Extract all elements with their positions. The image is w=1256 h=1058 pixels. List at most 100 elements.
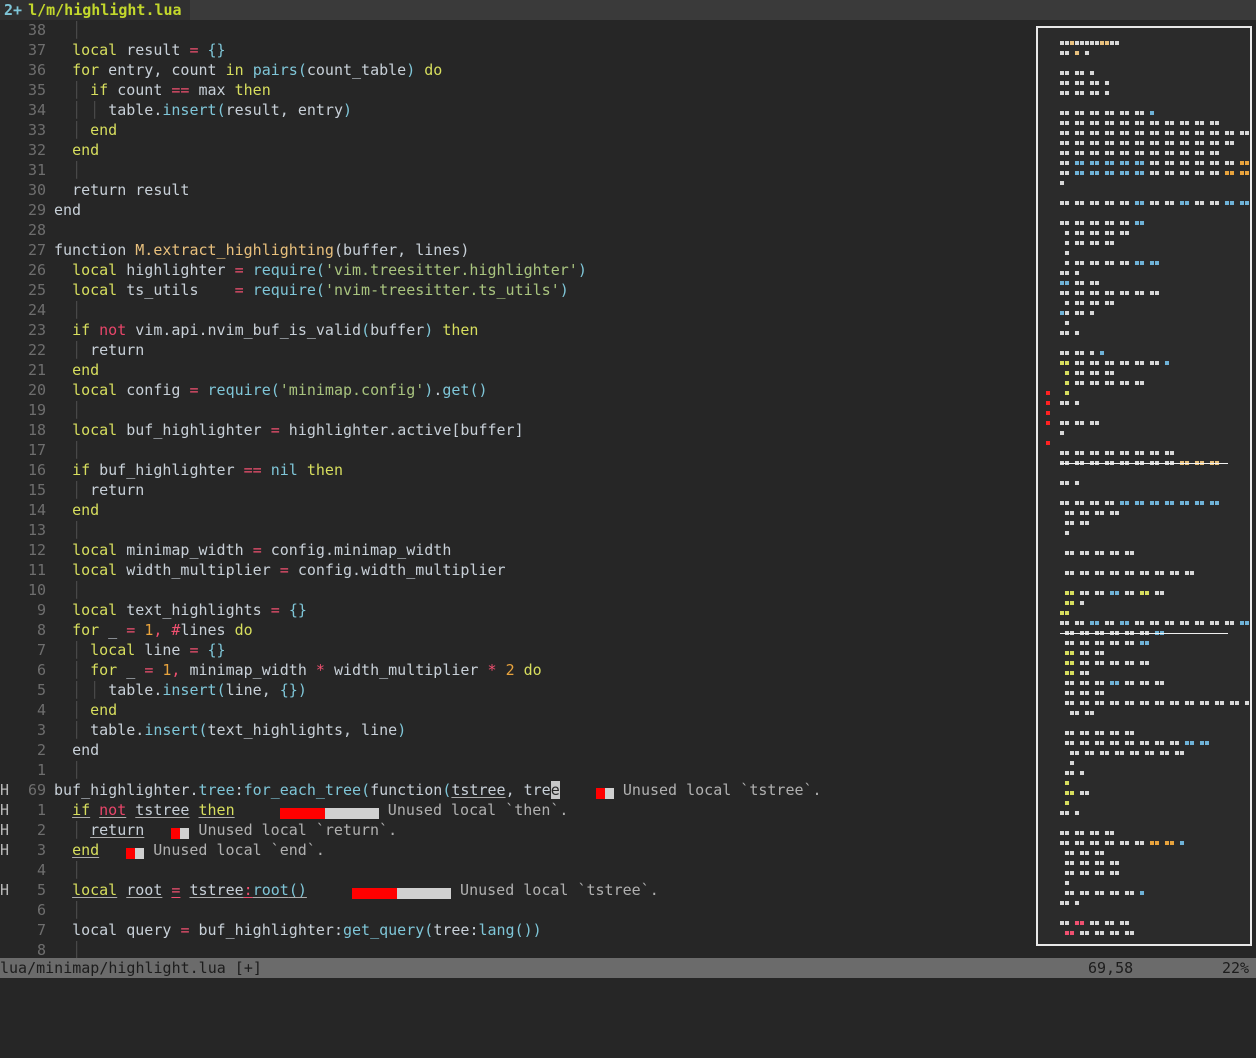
line-text: │ xyxy=(72,21,82,39)
line-number: 7 xyxy=(36,641,46,659)
minimap-row xyxy=(1038,728,1250,738)
line-text: │ xyxy=(72,521,82,539)
minimap-row xyxy=(1038,698,1250,708)
line-number: 19 xyxy=(27,401,46,419)
line-number: 20 xyxy=(27,381,46,399)
minimap-row xyxy=(1038,858,1250,868)
line-text: end xyxy=(72,361,100,379)
minimap-row xyxy=(1038,498,1250,508)
minimap-row xyxy=(1038,128,1250,138)
minimap-row xyxy=(1038,838,1250,848)
minimap-diagnostic-sign xyxy=(1046,401,1050,405)
tabline: 2+ l/m/highlight.lua xyxy=(0,0,1256,20)
minimap-row xyxy=(1038,268,1250,278)
minimap-row xyxy=(1038,658,1250,668)
minimap-row xyxy=(1038,568,1250,578)
minimap-row xyxy=(1038,708,1250,718)
line-number: 23 xyxy=(27,321,46,339)
line-text: if buf_highlighter == nil then xyxy=(72,461,343,479)
line-text: │ xyxy=(72,401,82,419)
line-text: return result xyxy=(72,181,190,199)
diagnostic-sign-icon: H xyxy=(0,801,10,819)
minimap-row xyxy=(1038,208,1250,218)
minimap-row xyxy=(1038,878,1250,888)
line-text: end xyxy=(72,501,100,519)
line-text: for _ = 1, #lines do xyxy=(72,621,253,639)
minimap-diagnostic-sign xyxy=(1046,391,1050,395)
minimap-row xyxy=(1038,148,1250,158)
line-text: local buf_highlighter = highlighter.acti… xyxy=(72,421,524,439)
line-number: 27 xyxy=(27,241,46,259)
line-number: 11 xyxy=(27,561,46,579)
line-text: local query = buf_highlighter:get_query(… xyxy=(72,921,542,939)
minimap-row xyxy=(1038,848,1250,858)
minimap-row xyxy=(1038,528,1250,538)
tab-highlight-lua[interactable]: 2+ l/m/highlight.lua xyxy=(0,0,190,20)
line-text: if not tstree then Unused local `then`. xyxy=(72,801,569,819)
line-text: │ return xyxy=(72,341,145,359)
minimap-row xyxy=(1038,558,1250,568)
minimap-row xyxy=(1038,288,1250,298)
minimap-diagnostic-sign xyxy=(1046,441,1050,445)
line-number: 26 xyxy=(27,261,46,279)
command-line[interactable] xyxy=(0,978,1256,1013)
minimap-row xyxy=(1038,178,1250,188)
minimap-content xyxy=(1038,28,1250,944)
minimap-panel[interactable] xyxy=(1036,26,1252,946)
line-number: 1 xyxy=(36,761,46,779)
minimap-row xyxy=(1038,278,1250,288)
minimap-row xyxy=(1038,428,1250,438)
diagnostic-sign-icon: H xyxy=(0,881,10,899)
line-text: │ xyxy=(72,161,82,179)
diagnostic-severity-bar xyxy=(352,884,452,899)
diagnostic-message: Unused local `tstree`. xyxy=(451,881,659,899)
minimap-row xyxy=(1038,788,1250,798)
line-number: 5 xyxy=(36,881,46,899)
minimap-row xyxy=(1038,448,1250,458)
diagnostic-message: Unused local `then`. xyxy=(378,801,569,819)
minimap-row xyxy=(1038,908,1250,918)
line-text: end xyxy=(72,141,100,159)
line-number: 36 xyxy=(27,61,46,79)
minimap-row xyxy=(1038,668,1250,678)
line-text: local minimap_width = config.minimap_wid… xyxy=(72,541,452,559)
line-number: 9 xyxy=(36,601,46,619)
minimap-row xyxy=(1038,248,1250,258)
line-text: local highlighter = require('vim.treesit… xyxy=(72,261,587,279)
minimap-row xyxy=(1038,608,1250,618)
line-text: │ xyxy=(72,941,82,959)
minimap-row xyxy=(1038,198,1250,208)
statusline-position: 69,58 xyxy=(1088,959,1134,977)
minimap-row xyxy=(1038,158,1250,168)
line-text: end xyxy=(72,741,100,759)
line-text: │ xyxy=(72,441,82,459)
minimap-row xyxy=(1038,508,1250,518)
line-text: end xyxy=(54,201,82,219)
line-text: │ end xyxy=(72,701,118,719)
line-number: 4 xyxy=(36,861,46,879)
minimap-row xyxy=(1038,638,1250,648)
diagnostic-sign-icon: H xyxy=(0,821,10,839)
minimap-row xyxy=(1038,768,1250,778)
minimap-row xyxy=(1038,388,1250,398)
minimap-row xyxy=(1038,258,1250,268)
minimap-row xyxy=(1038,438,1250,448)
line-text: │ return Unused local `return`. xyxy=(72,821,398,839)
minimap-row xyxy=(1038,38,1250,48)
tab-buffer-count: 2+ xyxy=(4,1,23,19)
line-number: 12 xyxy=(27,541,46,559)
minimap-row xyxy=(1038,418,1250,428)
line-number: 5 xyxy=(36,681,46,699)
minimap-diagnostic-sign xyxy=(1046,421,1050,425)
minimap-row xyxy=(1038,328,1250,338)
minimap-row xyxy=(1038,738,1250,748)
minimap-row xyxy=(1038,538,1250,548)
minimap-row xyxy=(1038,938,1250,944)
diagnostic-severity-bar xyxy=(595,784,614,799)
line-text: │ xyxy=(72,761,82,779)
line-number: 14 xyxy=(27,501,46,519)
minimap-row xyxy=(1038,488,1250,498)
line-number: 22 xyxy=(27,341,46,359)
line-text: │ xyxy=(72,901,82,919)
minimap-viewport-marker xyxy=(1060,633,1228,634)
